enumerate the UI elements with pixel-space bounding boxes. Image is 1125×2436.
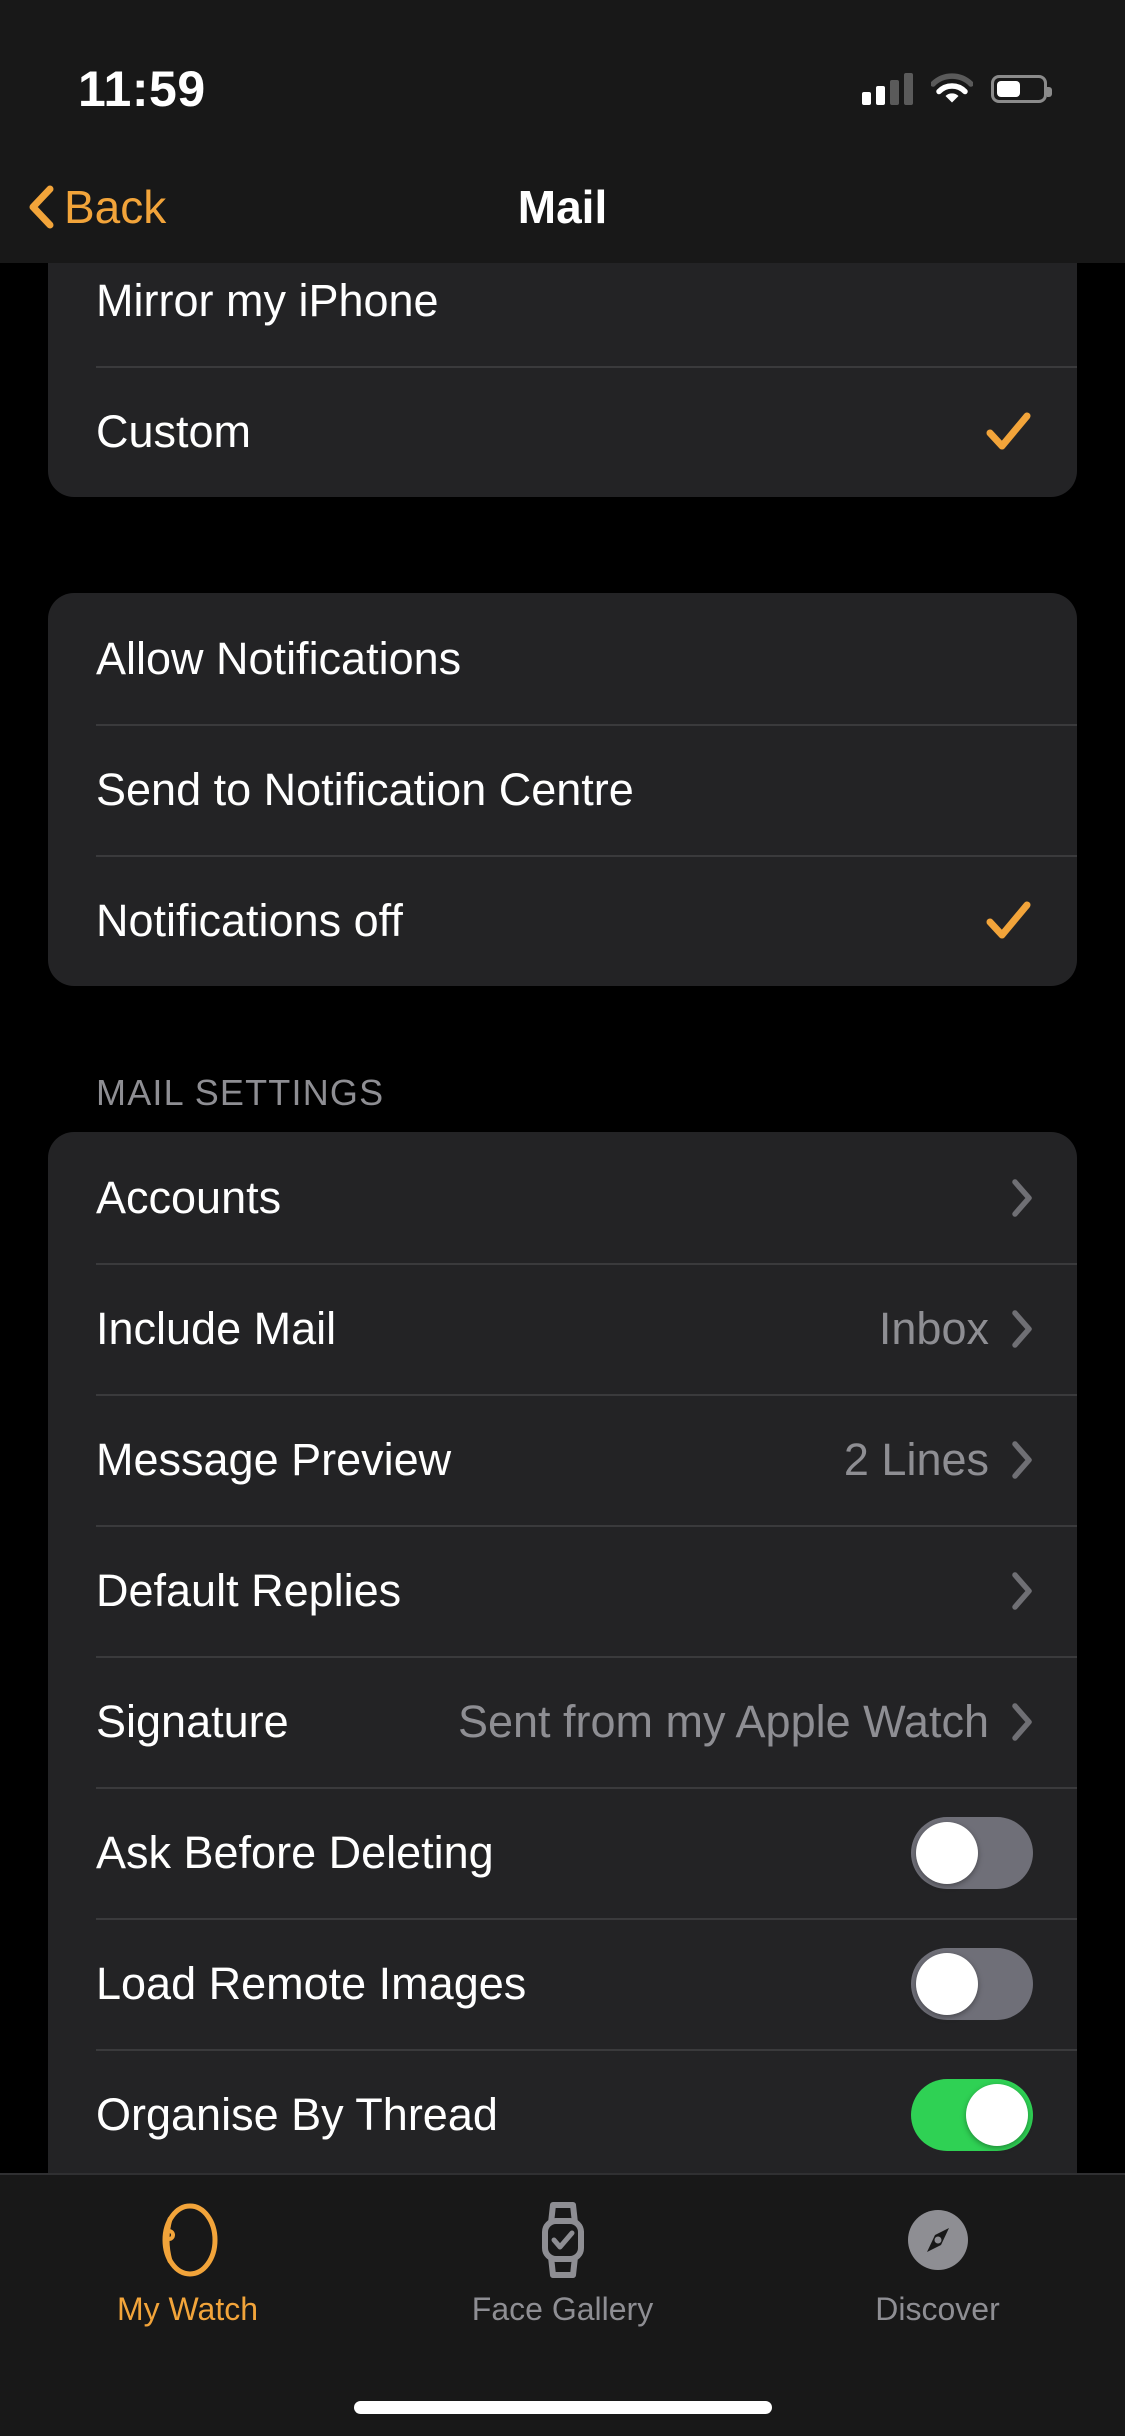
row-label: Allow Notifications — [96, 632, 462, 684]
row-label: Mirror my iPhone — [96, 274, 439, 326]
settings-sections: Mirror my iPhone Custom Allow Notificatio… — [0, 263, 1125, 2173]
row-label: Include Mail — [96, 1302, 337, 1354]
settings-row[interactable]: Notifications off — [48, 855, 1077, 986]
row-value: Inbox — [878, 1302, 989, 1354]
settings-row[interactable]: Ask Before Deleting — [48, 1787, 1077, 1918]
checkmark-icon — [983, 896, 1033, 946]
toggle-knob — [966, 2083, 1028, 2146]
tab-bar: My Watch Face Gallery Discover — [0, 2173, 1125, 2436]
tab-list: My Watch Face Gallery Discover — [0, 2197, 1125, 2328]
settings-row[interactable]: Allow Notifications — [48, 593, 1077, 724]
chevron-right-icon — [1011, 1440, 1033, 1479]
settings-row[interactable]: Signature Sent from my Apple Watch — [48, 1656, 1077, 1787]
settings-row[interactable]: Organise By Thread — [48, 2049, 1077, 2173]
page-title: Mail — [517, 180, 608, 233]
chevron-right-icon — [1011, 1309, 1033, 1348]
compass-icon — [900, 2197, 976, 2283]
row-label: Ask Before Deleting — [96, 1826, 494, 1878]
row-label: Accounts — [96, 1171, 282, 1223]
tab-label: My Watch — [116, 2291, 259, 2327]
toggle-switch[interactable] — [911, 1947, 1033, 2020]
alert-style-section: Mirror my iPhone Custom — [48, 263, 1077, 497]
mail-settings-section: Accounts Include Mail Inbox Message Previ… — [48, 1132, 1077, 2173]
back-button[interactable]: Back — [28, 180, 166, 234]
row-label: Send to Notification Centre — [96, 763, 634, 815]
battery-icon — [991, 75, 1052, 103]
row-label: Signature — [96, 1695, 289, 1747]
settings-row[interactable]: Default Replies — [48, 1525, 1077, 1656]
settings-row[interactable]: Message Preview 2 Lines — [48, 1394, 1077, 1525]
tab-label: Discover — [875, 2291, 1000, 2327]
row-label: Notifications off — [96, 894, 403, 946]
settings-row[interactable]: Custom — [48, 366, 1077, 497]
row-value: Sent from my Apple Watch — [457, 1695, 989, 1747]
row-label: Organise By Thread — [96, 2088, 498, 2140]
toggle-switch[interactable] — [911, 2078, 1033, 2151]
status-indicators — [862, 73, 1052, 105]
row-value: 2 Lines — [843, 1433, 989, 1485]
chevron-left-icon — [28, 185, 54, 229]
row-label: Custom — [96, 405, 252, 457]
home-indicator — [353, 2401, 772, 2414]
settings-row[interactable]: Mirror my iPhone — [48, 263, 1077, 366]
settings-row[interactable]: Accounts — [48, 1132, 1077, 1263]
checkmark-icon — [983, 407, 1033, 457]
chevron-right-icon — [1011, 1178, 1033, 1217]
tab-label: Face Gallery — [471, 2291, 654, 2327]
settings-scroll-view[interactable]: Mirror my iPhone Custom Allow Notificatio… — [0, 263, 1125, 2173]
tab-face-gallery[interactable]: Face Gallery — [375, 2197, 750, 2328]
toggle-knob — [916, 1821, 978, 1884]
watch-face-icon — [525, 2197, 601, 2283]
row-label: Message Preview — [96, 1433, 452, 1485]
row-label: Load Remote Images — [96, 1957, 527, 2009]
navigation-bar: Back Mail — [0, 150, 1125, 263]
settings-row[interactable]: Load Remote Images — [48, 1918, 1077, 2049]
chevron-right-icon — [1011, 1571, 1033, 1610]
wifi-icon — [930, 73, 974, 105]
row-label: Default Replies — [96, 1564, 402, 1616]
settings-row[interactable]: Send to Notification Centre — [48, 724, 1077, 855]
status-time: 11:59 — [78, 61, 206, 117]
back-button-label: Back — [64, 180, 167, 233]
cellular-signal-icon — [862, 73, 913, 105]
section-header: MAIL SETTINGS — [96, 1072, 385, 1113]
toggle-knob — [916, 1952, 978, 2015]
chevron-right-icon — [1011, 1702, 1033, 1741]
notifications-section: Allow Notifications Send to Notification … — [48, 593, 1077, 986]
status-bar: 11:59 — [0, 0, 1125, 150]
tab-discover[interactable]: Discover — [750, 2197, 1125, 2328]
settings-row[interactable]: Include Mail Inbox — [48, 1263, 1077, 1394]
toggle-switch[interactable] — [911, 1816, 1033, 1889]
tab-my-watch[interactable]: My Watch — [0, 2197, 375, 2328]
watch-side-icon — [150, 2197, 226, 2283]
